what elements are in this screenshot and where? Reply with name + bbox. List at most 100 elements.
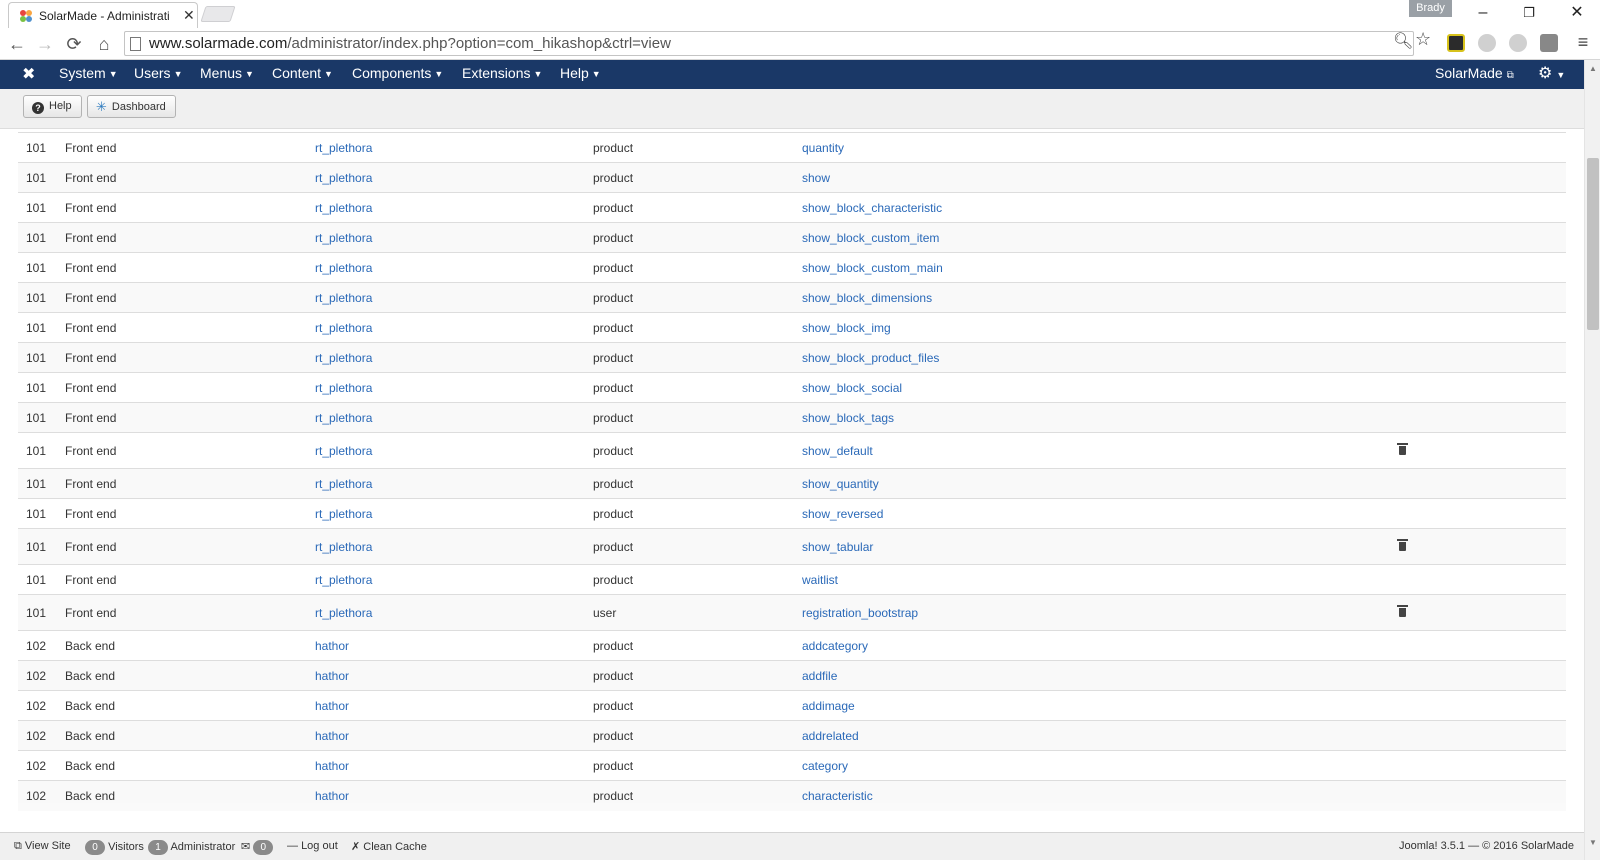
row-file-link[interactable]: show_block_custom_item <box>802 222 1398 253</box>
tab-close-icon[interactable]: ✕ <box>183 7 195 24</box>
row-file-link[interactable]: show_block_characteristic <box>802 192 1398 223</box>
row-template-link[interactable]: hathor <box>315 660 593 691</box>
caret-down-icon: ▼ <box>434 69 444 79</box>
row-file-link[interactable]: show_quantity <box>802 468 1398 499</box>
extension-3-icon[interactable] <box>1540 34 1558 52</box>
row-template-link[interactable]: rt_plethora <box>315 402 593 433</box>
row-file-link[interactable]: show_block_social <box>802 372 1398 403</box>
joomla-logo-icon[interactable]: ✖ <box>22 66 40 84</box>
row-type: product <box>593 192 802 223</box>
extension-norton-icon[interactable] <box>1447 34 1465 52</box>
row-file-link[interactable]: show_block_tags <box>802 402 1398 433</box>
bookmark-star-icon[interactable]: ☆ <box>1415 29 1431 50</box>
browser-tab[interactable]: SolarMade - Administratio ✕ <box>8 2 198 28</box>
row-template-link[interactable]: hathor <box>315 780 593 811</box>
row-file-link[interactable]: characteristic <box>802 780 1398 811</box>
table-row: 101 Front end rt_plethora product show_block… <box>18 312 1566 343</box>
forward-icon[interactable]: → <box>33 32 57 56</box>
row-template-link[interactable]: rt_plethora <box>315 282 593 313</box>
row-file-link[interactable]: addimage <box>802 690 1398 721</box>
scroll-thumb[interactable] <box>1587 158 1599 330</box>
row-file-link[interactable]: show_block_dimensions <box>802 282 1398 313</box>
row-actions <box>1398 402 1566 433</box>
row-template-link[interactable]: rt_plethora <box>315 222 593 253</box>
site-link[interactable]: SolarMade ⧉ <box>1435 65 1514 81</box>
row-file-link[interactable]: addcategory <box>802 630 1398 661</box>
row-template-link[interactable]: hathor <box>315 750 593 781</box>
browser-menu-icon[interactable]: ≡ <box>1574 32 1592 53</box>
row-id: 101 <box>18 528 65 565</box>
row-type: product <box>593 342 802 373</box>
home-icon[interactable]: ⌂ <box>92 32 116 56</box>
menu-content[interactable]: Content ▼ <box>272 65 333 81</box>
menu-users[interactable]: Users ▼ <box>134 65 182 81</box>
row-template-link[interactable]: hathor <box>315 720 593 751</box>
messages-status[interactable]: ✉ 0 <box>241 840 274 855</box>
row-template-link[interactable]: hathor <box>315 690 593 721</box>
row-template-link[interactable]: rt_plethora <box>315 192 593 223</box>
row-template-link[interactable]: rt_plethora <box>315 564 593 595</box>
row-file-link[interactable]: show_default <box>802 432 1398 469</box>
trash-icon[interactable] <box>1397 443 1408 455</box>
row-file-link[interactable]: addfile <box>802 660 1398 691</box>
row-actions <box>1398 564 1566 595</box>
new-tab-button[interactable] <box>200 6 236 22</box>
restore-icon[interactable]: ❐ <box>1517 2 1541 24</box>
views-table-container: 101 Front end rt_plethora product quantity 10… <box>18 132 1566 832</box>
row-file-link[interactable]: show <box>802 162 1398 193</box>
row-file-link[interactable]: show_tabular <box>802 528 1398 565</box>
page-scrollbar[interactable]: ▲ ▼ <box>1584 60 1600 860</box>
dashboard-button[interactable]: ✳ Dashboard <box>87 95 176 118</box>
row-file-link[interactable]: show_reversed <box>802 498 1398 529</box>
close-window-icon[interactable]: ✕ <box>1565 2 1589 24</box>
menu-help[interactable]: Help ▼ <box>560 65 601 81</box>
row-file-link[interactable]: waitlist <box>802 564 1398 595</box>
row-template-link[interactable]: rt_plethora <box>315 312 593 343</box>
row-type: user <box>593 594 802 631</box>
row-file-link[interactable]: show_block_custom_main <box>802 252 1398 283</box>
row-actions <box>1398 468 1566 499</box>
menu-menus[interactable]: Menus ▼ <box>200 65 254 81</box>
menu-components[interactable]: Components ▼ <box>352 65 443 81</box>
view-site-link[interactable]: ⧉ View Site <box>14 840 71 853</box>
footer-copyright: Joomla! 3.5.1 — © 2016 SolarMade <box>1399 840 1575 852</box>
row-template-link[interactable]: rt_plethora <box>315 432 593 469</box>
back-icon[interactable]: ← <box>5 32 29 56</box>
reload-icon[interactable]: ⟳ <box>62 32 86 56</box>
row-template-link[interactable]: rt_plethora <box>315 132 593 163</box>
extension-2-icon[interactable] <box>1509 34 1527 52</box>
row-file-link[interactable]: show_block_img <box>802 312 1398 343</box>
row-file-link[interactable]: addrelated <box>802 720 1398 751</box>
row-template-link[interactable]: rt_plethora <box>315 372 593 403</box>
row-template-link[interactable]: rt_plethora <box>315 252 593 283</box>
trash-icon[interactable] <box>1397 605 1408 617</box>
minimize-icon[interactable]: – <box>1471 2 1495 24</box>
row-actions <box>1398 252 1566 283</box>
row-template-link[interactable]: rt_plethora <box>315 594 593 631</box>
menu-extensions[interactable]: Extensions ▼ <box>462 65 542 81</box>
row-type: product <box>593 312 802 343</box>
row-template-link[interactable]: rt_plethora <box>315 528 593 565</box>
extension-1-icon[interactable] <box>1478 34 1496 52</box>
row-file-link[interactable]: registration_bootstrap <box>802 594 1398 631</box>
row-template-link[interactable]: hathor <box>315 630 593 661</box>
profile-button[interactable]: Brady <box>1409 0 1452 17</box>
row-file-link[interactable]: quantity <box>802 132 1398 163</box>
row-type: product <box>593 162 802 193</box>
scroll-up-icon[interactable]: ▲ <box>1585 62 1600 76</box>
row-template-link[interactable]: rt_plethora <box>315 162 593 193</box>
zoom-icon[interactable]: 🔍︎ <box>1393 31 1413 51</box>
trash-icon[interactable] <box>1397 539 1408 551</box>
settings-menu[interactable]: ⚙ ▼ <box>1538 63 1565 83</box>
row-template-link[interactable]: rt_plethora <box>315 342 593 373</box>
clean-cache-link[interactable]: ✗ Clean Cache <box>351 840 427 853</box>
row-template-link[interactable]: rt_plethora <box>315 468 593 499</box>
row-file-link[interactable]: category <box>802 750 1398 781</box>
scroll-down-icon[interactable]: ▼ <box>1585 836 1600 850</box>
logout-link[interactable]: — Log out <box>287 840 338 852</box>
row-template-link[interactable]: rt_plethora <box>315 498 593 529</box>
address-bar[interactable]: www.solarmade.com/administrator/index.ph… <box>124 31 1414 56</box>
menu-system[interactable]: System ▼ <box>59 65 118 81</box>
row-file-link[interactable]: show_block_product_files <box>802 342 1398 373</box>
help-button[interactable]: ? Help <box>23 95 82 118</box>
